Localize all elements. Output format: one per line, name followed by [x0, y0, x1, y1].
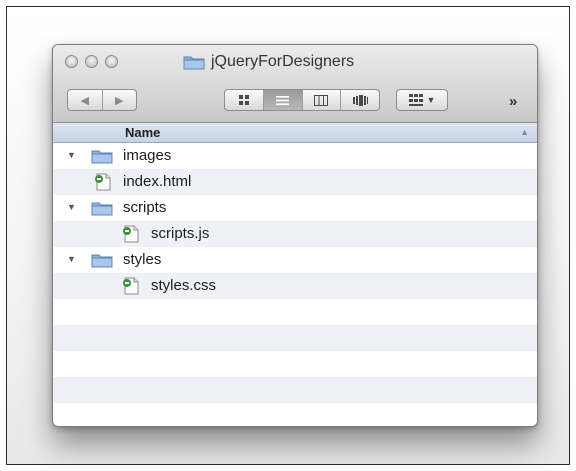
list-item-label: scripts.js	[151, 225, 210, 242]
list-item-label: index.html	[123, 173, 192, 190]
folder-icon	[91, 148, 113, 168]
close-window-button[interactable]	[65, 55, 78, 68]
forward-button[interactable]: ▶	[101, 90, 137, 110]
column-view-icon	[314, 94, 329, 106]
forward-arrow-icon: ▶	[115, 94, 124, 107]
toolbar-overflow-button[interactable]: »	[509, 93, 517, 110]
list-item[interactable]: index.html	[53, 169, 537, 195]
back-button[interactable]: ◀	[68, 90, 102, 110]
navigation-buttons: ◀ ▶	[67, 89, 137, 111]
name-column-header[interactable]: Name ▲	[53, 123, 537, 143]
list-item[interactable]: scripts.js	[53, 221, 537, 247]
folder-icon	[91, 200, 113, 220]
column-view-button[interactable]	[301, 90, 341, 110]
list-item-label: styles.css	[151, 277, 217, 294]
list-item[interactable]: ▼ styles	[53, 247, 537, 273]
icon-view-button[interactable]	[225, 90, 263, 110]
disclosure-triangle-icon[interactable]: ▼	[67, 150, 76, 160]
list-item-label: images	[123, 147, 172, 164]
empty-row	[53, 325, 537, 351]
list-item[interactable]: ▼ images	[53, 143, 537, 169]
js-file-icon	[121, 225, 141, 247]
empty-row	[53, 299, 537, 325]
minimize-window-button[interactable]	[85, 55, 98, 68]
empty-row	[53, 351, 537, 377]
titlebar: jQueryForDesigners ◀ ▶ ▼ »	[53, 45, 537, 123]
cover-flow-view-button[interactable]	[340, 90, 379, 110]
sort-ascending-icon: ▲	[520, 127, 529, 137]
empty-row	[53, 377, 537, 403]
list-item-label: styles	[123, 251, 162, 268]
html-file-icon	[93, 173, 113, 195]
icon-view-icon	[238, 95, 249, 105]
window-title-text: jQueryForDesigners	[211, 53, 355, 70]
cover-flow-icon	[352, 94, 368, 106]
list-item[interactable]: ▼ scripts	[53, 195, 537, 221]
arrange-icon	[408, 94, 423, 106]
disclosure-triangle-icon[interactable]: ▼	[67, 202, 76, 212]
back-arrow-icon: ◀	[80, 94, 89, 107]
list-view-button[interactable]	[262, 90, 302, 110]
css-file-icon	[121, 277, 141, 299]
window-title: jQueryForDesigners	[183, 51, 354, 73]
view-mode-selector	[224, 89, 380, 111]
list-item[interactable]: styles.css	[53, 273, 537, 299]
arrange-button[interactable]: ▼	[396, 89, 448, 111]
zoom-window-button[interactable]	[105, 55, 118, 68]
name-column-label: Name	[125, 125, 161, 140]
disclosure-triangle-icon[interactable]: ▼	[67, 254, 76, 264]
list-view-icon	[276, 95, 290, 105]
chevron-down-icon: ▼	[426, 95, 436, 105]
file-list: ▼ images index.html ▼ scripts scripts.js…	[53, 143, 537, 426]
finder-window: jQueryForDesigners ◀ ▶ ▼ » Name ▲ ▼ imag…	[52, 44, 538, 427]
folder-icon	[91, 252, 113, 272]
list-item-label: scripts	[123, 199, 167, 216]
folder-icon	[183, 54, 205, 70]
empty-row	[53, 403, 537, 426]
